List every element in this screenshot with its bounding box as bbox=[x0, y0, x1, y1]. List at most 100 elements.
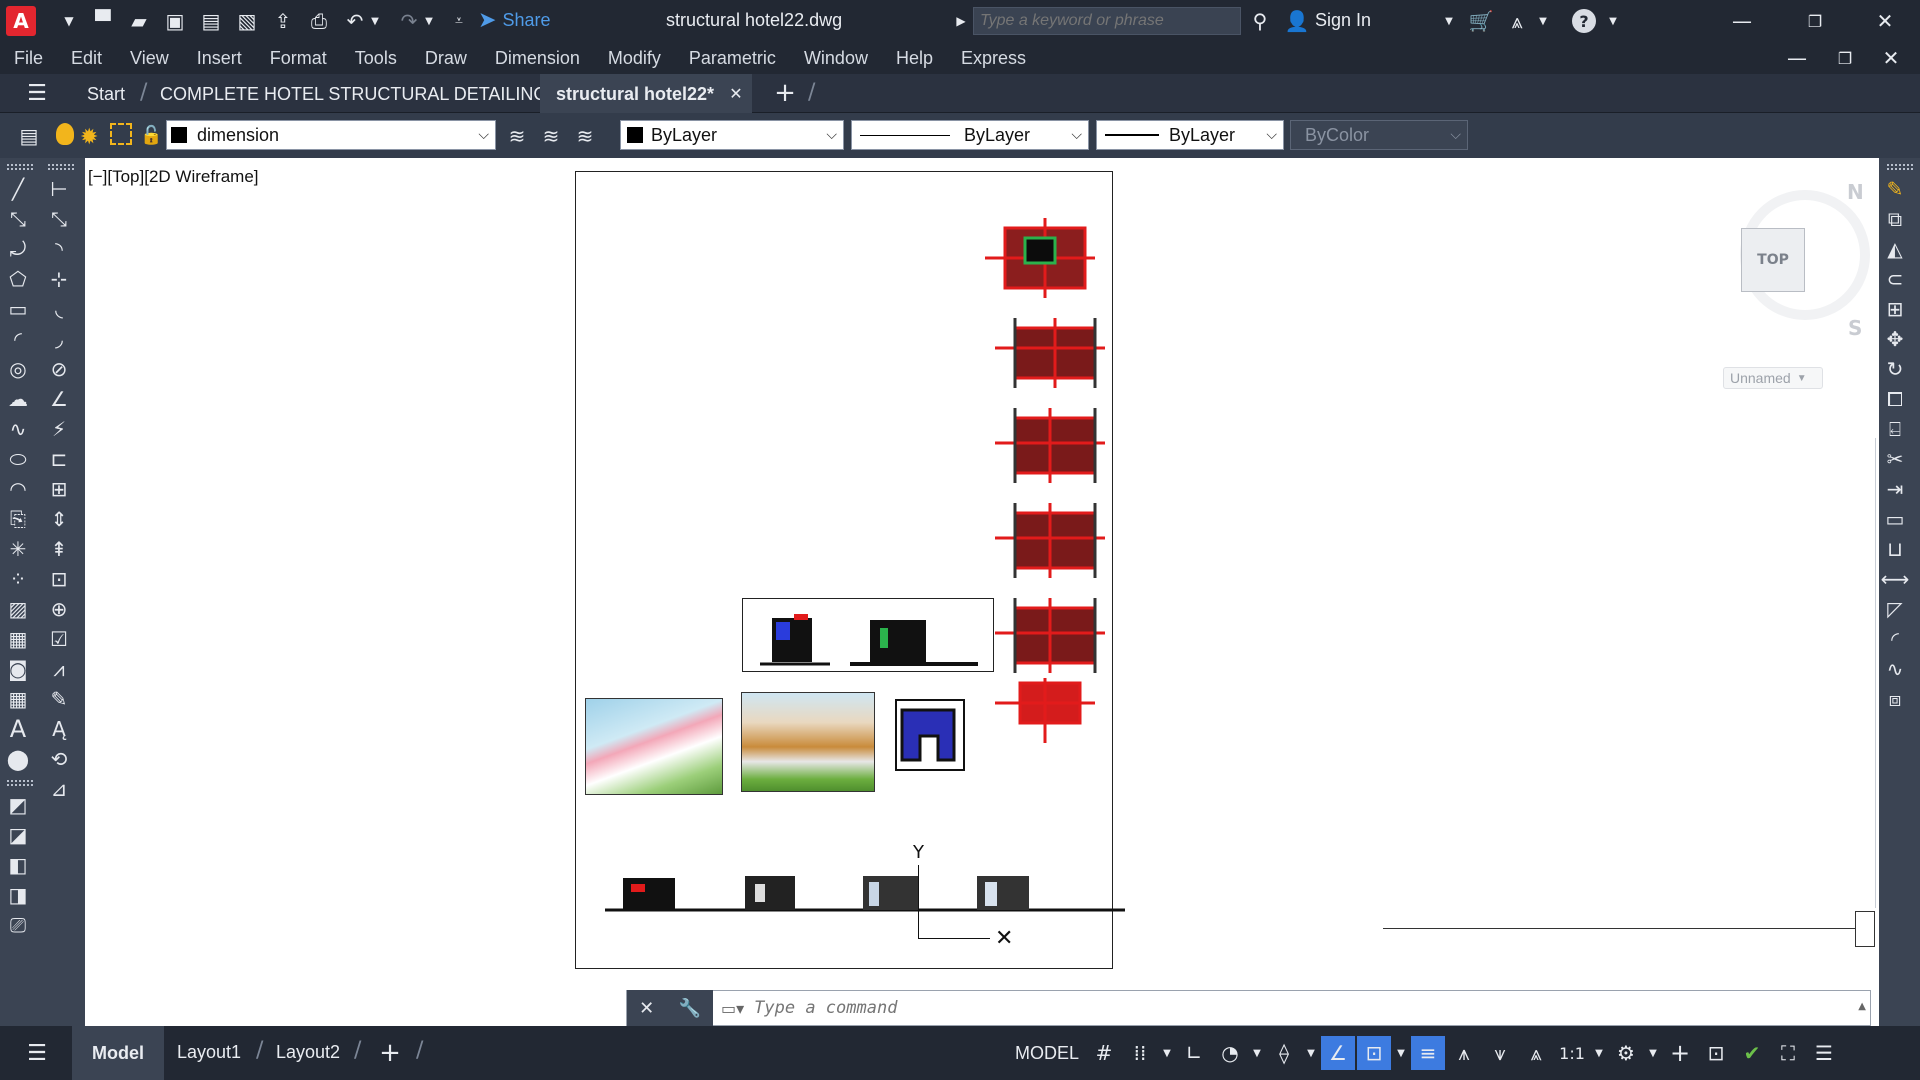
hamburger-menu-icon[interactable]: ☰ bbox=[22, 78, 52, 108]
construction-line-icon[interactable]: ⤡ bbox=[2, 204, 34, 234]
layout-menu-icon[interactable]: ☰ bbox=[22, 1038, 52, 1068]
revision-cloud-icon[interactable]: ☁ bbox=[2, 384, 34, 414]
command-input[interactable] bbox=[754, 993, 1805, 1023]
annotation-monitor-icon[interactable]: + bbox=[1663, 1036, 1697, 1070]
sign-in-chevron-icon[interactable]: ▼ bbox=[1434, 6, 1464, 36]
trim-tool-icon[interactable]: ✂ bbox=[1879, 444, 1911, 474]
new-file-icon[interactable]: ▀ bbox=[88, 6, 118, 36]
undo-icon[interactable]: ↶ bbox=[340, 6, 370, 36]
dimension-space-icon[interactable]: ⇕ bbox=[43, 504, 75, 534]
menu-edit[interactable]: Edit bbox=[57, 48, 116, 69]
send-under-icon[interactable]: ◨ bbox=[2, 880, 34, 910]
model-space-button[interactable]: MODEL bbox=[1009, 1036, 1085, 1070]
customize-toolbar-icon[interactable]: ⩡ bbox=[444, 6, 474, 36]
spline-tool-icon[interactable]: ∿ bbox=[2, 414, 34, 444]
angular-dimension-icon[interactable]: ∠ bbox=[43, 384, 75, 414]
recent-commands-icon[interactable]: ▭▾ bbox=[721, 999, 744, 1018]
menu-express[interactable]: Express bbox=[947, 48, 1040, 69]
doc-minimize-icon[interactable]: — bbox=[1782, 43, 1812, 73]
isometric-drafting-icon[interactable]: ⟠ bbox=[1267, 1036, 1301, 1070]
jogged-dimension-icon[interactable]: ◞ bbox=[43, 324, 75, 354]
multiline-text-icon[interactable]: A bbox=[2, 714, 34, 744]
workspace-gear-icon[interactable]: ⚙ bbox=[1609, 1036, 1643, 1070]
mirror-tool-icon[interactable]: ◭ bbox=[1879, 234, 1911, 264]
array-tool-icon[interactable]: ⊞ bbox=[1879, 294, 1911, 324]
doc-restore-icon[interactable]: ❐ bbox=[1830, 43, 1860, 73]
menu-view[interactable]: View bbox=[116, 48, 183, 69]
line-grip-handle[interactable] bbox=[1855, 911, 1875, 947]
tab-start[interactable]: Start bbox=[87, 84, 125, 105]
object-snap-icon[interactable]: ⊡ bbox=[1357, 1036, 1392, 1070]
region-tool-icon[interactable]: ◙ bbox=[2, 654, 34, 684]
compass-south[interactable]: S bbox=[1848, 316, 1862, 340]
menu-tools[interactable]: Tools bbox=[341, 48, 411, 69]
blend-curves-icon[interactable]: ∿ bbox=[1879, 654, 1911, 684]
break-at-point-icon[interactable]: ▭ bbox=[1879, 504, 1911, 534]
command-history-chevron-icon[interactable]: ▲ bbox=[1858, 1001, 1866, 1012]
erase-tool-icon[interactable]: ✎ bbox=[1879, 174, 1911, 204]
polygon-tool-icon[interactable]: ⬠ bbox=[2, 264, 34, 294]
join-tool-icon[interactable]: ⟷ bbox=[1879, 564, 1911, 594]
radius-dimension-icon[interactable]: ◟ bbox=[43, 294, 75, 324]
bring-to-front-icon[interactable]: ◩ bbox=[2, 790, 34, 820]
dimension-style-icon[interactable]: ⊿ bbox=[43, 774, 75, 804]
hatch-tool-icon[interactable]: ▨ bbox=[2, 594, 34, 624]
layout-tab-model[interactable]: Model bbox=[72, 1026, 164, 1080]
close-window-icon[interactable]: ✕ bbox=[1870, 6, 1900, 36]
drawing-canvas[interactable]: [−][Top][2D Wireframe] Y ✕ N S TOP Unnam… bbox=[85, 158, 1920, 1026]
lineweight-dropdown[interactable]: ByLayer ⌵ bbox=[1096, 120, 1284, 150]
dimension-toolbar-grip[interactable] bbox=[48, 164, 74, 170]
save-to-web-icon[interactable]: ⇪ bbox=[268, 6, 298, 36]
diameter-dimension-icon[interactable]: ⊘ bbox=[43, 354, 75, 384]
stretch-tool-icon[interactable]: ⍇ bbox=[1879, 414, 1911, 444]
minimize-window-icon[interactable]: — bbox=[1727, 6, 1757, 36]
snap-mode-icon[interactable]: ⁞⁞ bbox=[1123, 1036, 1157, 1070]
app-chevron-icon[interactable]: ▼ bbox=[1528, 6, 1558, 36]
scale-tool-icon[interactable]: ⧠ bbox=[1879, 384, 1911, 414]
plot-icon[interactable]: ⎙ bbox=[304, 6, 334, 36]
isometric-chevron-icon[interactable]: ▼ bbox=[1303, 1036, 1319, 1070]
match-layer-icon[interactable]: ≋ bbox=[502, 121, 532, 151]
table-tool-icon[interactable]: ▦ bbox=[2, 684, 34, 714]
chamfer-tool-icon[interactable]: ◸ bbox=[1879, 594, 1911, 624]
menu-help[interactable]: Help bbox=[882, 48, 947, 69]
baseline-dimension-icon[interactable]: ⊏ bbox=[43, 444, 75, 474]
viewport-controls-label[interactable]: [−][Top][2D Wireframe] bbox=[88, 167, 259, 187]
app-menu-chevron-icon[interactable]: ▼ bbox=[54, 6, 84, 36]
save-as-icon[interactable]: ▤ bbox=[196, 6, 226, 36]
line-tool-icon[interactable]: ╱ bbox=[2, 174, 34, 204]
help-icon[interactable]: ? bbox=[1572, 9, 1596, 33]
ordinate-dimension-icon[interactable]: ⊹ bbox=[43, 264, 75, 294]
polyline-tool-icon[interactable]: ⤾ bbox=[2, 234, 34, 264]
layer-properties-icon[interactable]: ▤ bbox=[14, 121, 44, 151]
restore-window-icon[interactable]: ❐ bbox=[1800, 6, 1830, 36]
workspace-chevron-icon[interactable]: ▼ bbox=[1645, 1036, 1661, 1070]
layout-tab-layout1[interactable]: Layout1 bbox=[177, 1042, 241, 1063]
sign-in-button[interactable]: Sign In bbox=[1315, 10, 1371, 31]
ortho-mode-icon[interactable]: ∟ bbox=[1177, 1036, 1211, 1070]
plotstyle-dropdown[interactable]: ByColor ⌵ bbox=[1290, 120, 1468, 150]
offset-tool-icon[interactable]: ⊂ bbox=[1879, 264, 1911, 294]
user-icon[interactable]: 👤 bbox=[1282, 6, 1312, 36]
arc-tool-icon[interactable]: ◜ bbox=[2, 324, 34, 354]
tolerance-icon[interactable]: ⊡ bbox=[43, 564, 75, 594]
layer-on-bulb-icon[interactable] bbox=[56, 123, 74, 145]
continue-dimension-icon[interactable]: ⊞ bbox=[43, 474, 75, 504]
bring-above-icon[interactable]: ◧ bbox=[2, 850, 34, 880]
explode-tool-icon[interactable]: ⧈ bbox=[1879, 684, 1911, 714]
share-button[interactable]: ➤ Share bbox=[478, 8, 550, 33]
menu-draw[interactable]: Draw bbox=[411, 48, 481, 69]
text-above-icon[interactable]: ⎚ bbox=[2, 910, 34, 940]
polar-tracking-icon[interactable]: ◔ bbox=[1213, 1036, 1247, 1070]
redo-chevron-icon[interactable]: ▼ bbox=[422, 6, 436, 36]
copy-tool-icon[interactable]: ⧉ bbox=[1879, 204, 1911, 234]
ellipse-tool-icon[interactable]: ⬭ bbox=[2, 444, 34, 474]
point-tool-icon[interactable]: ⁘ bbox=[2, 564, 34, 594]
redo-icon[interactable]: ↷ bbox=[394, 6, 424, 36]
doc-close-icon[interactable]: ✕ bbox=[1876, 43, 1906, 73]
send-to-back-icon[interactable]: ◪ bbox=[2, 820, 34, 850]
search-expand-icon[interactable]: ▶ bbox=[946, 6, 976, 36]
ellipse-arc-icon[interactable]: ◠ bbox=[2, 474, 34, 504]
dimension-break-icon[interactable]: ⇞ bbox=[43, 534, 75, 564]
drawn-line[interactable] bbox=[1383, 928, 1866, 929]
